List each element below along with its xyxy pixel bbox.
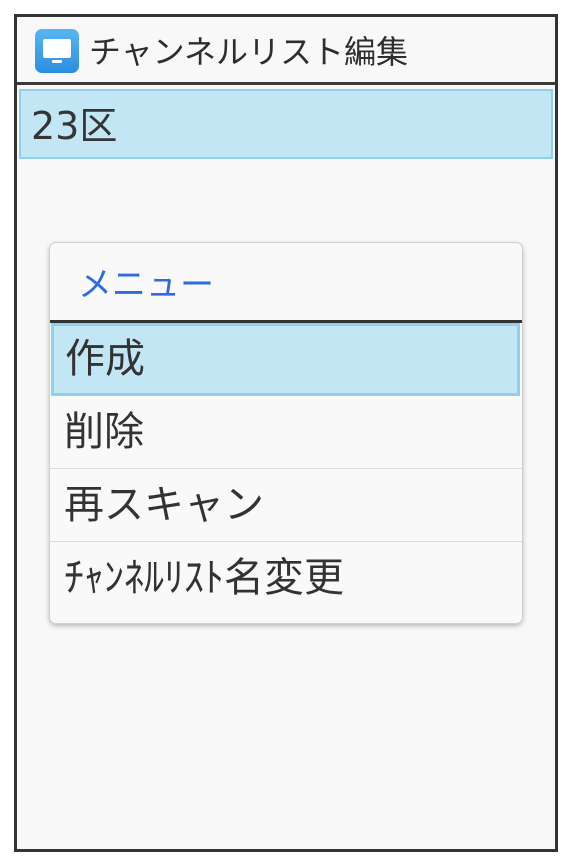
tv-icon (35, 29, 79, 73)
menu-item-label: 再スキャン (64, 482, 264, 528)
menu-item-label: 削除 (64, 409, 144, 455)
channel-list-item-selected[interactable]: 23区 (19, 89, 553, 159)
menu-item-create[interactable]: 作成 (51, 323, 520, 396)
menu-list: 作成 削除 再スキャン ﾁｬﾝﾈﾙﾘｽﾄ名変更 (50, 323, 522, 615)
menu-dialog-header: メニュー (50, 243, 522, 323)
menu-dialog: メニュー 作成 削除 再スキャン ﾁｬﾝﾈﾙﾘｽﾄ名変更 (50, 243, 522, 623)
page-title: チャンネルリスト編集 (89, 33, 409, 71)
screen-frame: チャンネルリスト編集 23区 メニュー 作成 削除 再スキャン ﾁｬﾝﾈﾙﾘｽﾄ… (14, 14, 558, 852)
menu-item-rescan[interactable]: 再スキャン (50, 469, 522, 542)
menu-item-delete[interactable]: 削除 (50, 396, 522, 469)
menu-item-label: 作成 (65, 336, 145, 382)
channel-list-item-label: 23区 (31, 104, 118, 148)
app-header: チャンネルリスト編集 (17, 17, 555, 85)
menu-dialog-title: メニュー (78, 265, 214, 305)
menu-item-label: ﾁｬﾝﾈﾙﾘｽﾄ名変更 (64, 555, 344, 601)
menu-item-rename-channel-list[interactable]: ﾁｬﾝﾈﾙﾘｽﾄ名変更 (50, 542, 522, 615)
